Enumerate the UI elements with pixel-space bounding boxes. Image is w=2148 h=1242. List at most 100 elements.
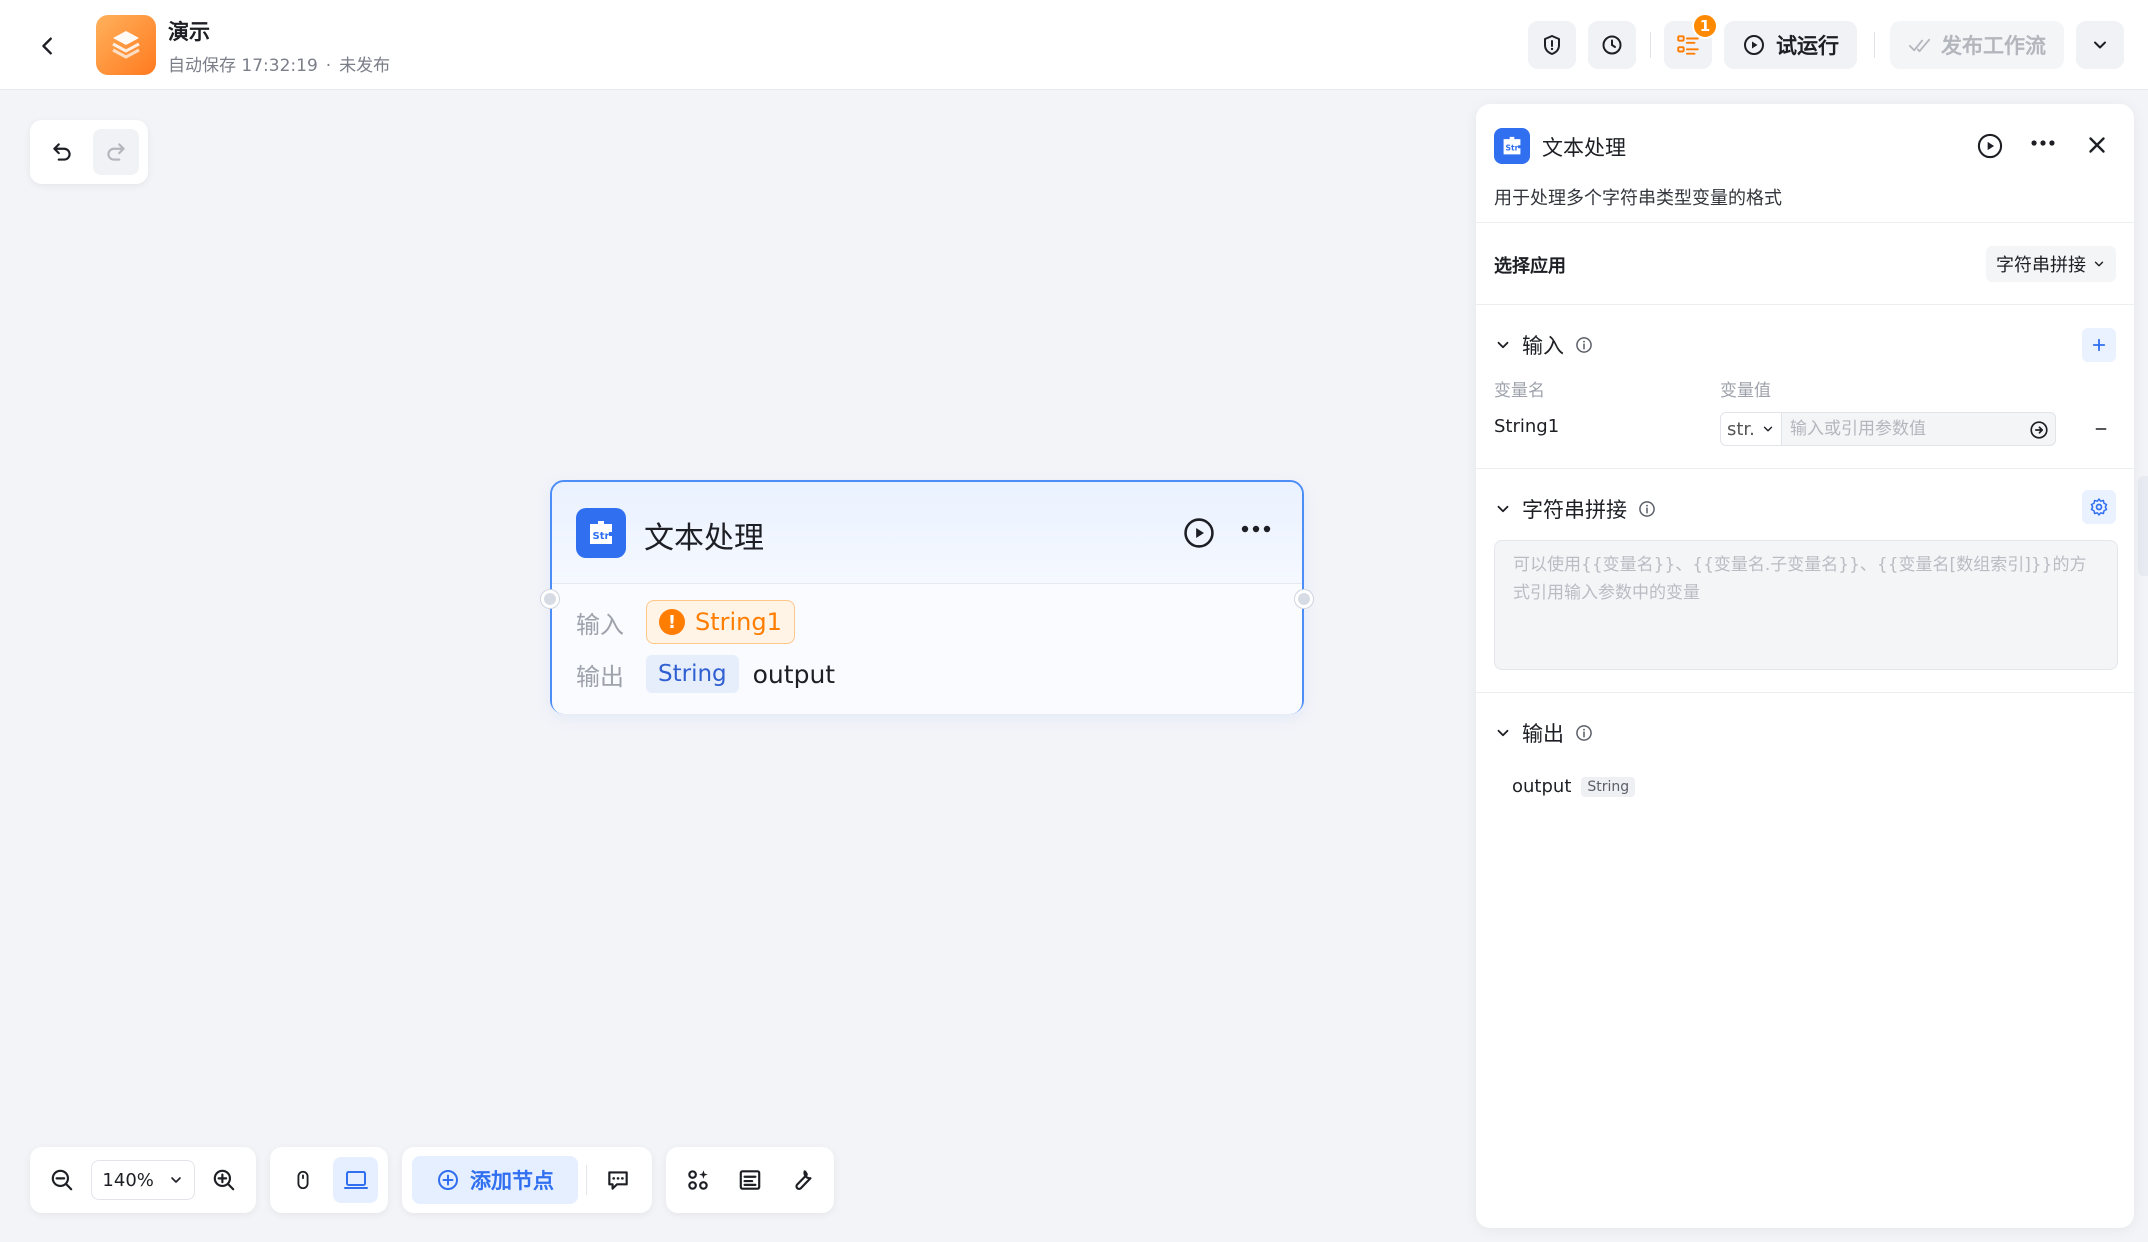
select-app-value: 字符串拼接	[1996, 255, 2086, 276]
touchpad-icon	[343, 1171, 368, 1189]
node-body: 输入 ! String1 输出 String output	[552, 584, 1302, 714]
test-run-label: 试运行	[1776, 34, 1839, 58]
checklist-button[interactable]: 1	[1664, 13, 1718, 69]
info-icon[interactable]	[1574, 723, 1594, 743]
status-separator: ·	[325, 56, 332, 76]
back-arrow-icon	[42, 37, 52, 55]
checklist-badge: 1	[1692, 13, 1718, 39]
var-type-select[interactable]: str.	[1720, 412, 1782, 446]
touchpad-mode-button[interactable]	[333, 1157, 378, 1203]
panel-description: 用于处理多个字符串类型变量的格式	[1494, 188, 1782, 209]
security-button[interactable]	[1528, 21, 1576, 69]
output-section-title: 输出	[1522, 722, 1564, 746]
test-run-button[interactable]: 试运行	[1724, 21, 1857, 69]
info-icon[interactable]	[1574, 335, 1594, 355]
str-icon: Str	[1494, 128, 1530, 164]
chevron-down-icon[interactable]	[1494, 336, 1512, 354]
str-icon: Str	[576, 508, 626, 558]
play-icon	[1184, 518, 1214, 548]
input-section-title: 输入	[1522, 334, 1564, 358]
text-process-node[interactable]: Str 文本处理 输入 ! String1 输出 String output	[541, 480, 1313, 714]
node-title: 文本处理	[644, 521, 764, 556]
svg-text:Str: Str	[593, 531, 610, 542]
mouse-mode-button[interactable]	[280, 1157, 325, 1203]
divider	[1476, 222, 2134, 223]
node-config-panel: Str 文本处理 用于处理多个字符串类型变量的格式 选择应用 字符串拼接 输入 …	[1476, 104, 2134, 1228]
node-run-button[interactable]	[1182, 516, 1216, 550]
layout-icon	[739, 1170, 761, 1190]
history-button[interactable]	[1588, 21, 1636, 69]
redo-icon	[107, 143, 125, 161]
panel-edge-handle[interactable]	[2138, 476, 2148, 576]
autosave-text: 自动保存 17:32:19	[168, 56, 318, 76]
node-more-button[interactable]	[1240, 524, 1272, 534]
node-input-label: 输入	[576, 610, 624, 639]
history-controls	[30, 120, 148, 184]
panel-more-button[interactable]	[2030, 138, 2056, 148]
remove-input-button[interactable]	[2088, 416, 2114, 442]
wrench-icon	[795, 1170, 812, 1190]
interaction-mode	[270, 1147, 388, 1213]
app-logo-icon	[96, 15, 156, 75]
concat-section-title: 字符串拼接	[1522, 498, 1627, 522]
node-output-port[interactable]	[1295, 590, 1313, 608]
comment-button[interactable]	[595, 1157, 641, 1203]
shield-icon	[1544, 35, 1560, 55]
add-input-button[interactable]	[2082, 328, 2116, 362]
node-input-port[interactable]	[541, 590, 559, 608]
var-name: String1	[1494, 416, 1560, 437]
panel-run-button[interactable]	[1976, 132, 2004, 160]
select-app-dropdown[interactable]: 字符串拼接	[1986, 246, 2116, 282]
info-icon[interactable]	[1637, 499, 1657, 519]
publish-button[interactable]: 发布工作流	[1890, 21, 2064, 69]
node-input-row: 输入 ! String1	[576, 596, 1278, 648]
zoom-out-button[interactable]	[40, 1157, 83, 1203]
node-input-chip[interactable]: ! String1	[646, 600, 795, 644]
tools-button[interactable]	[780, 1157, 824, 1203]
play-icon	[1744, 35, 1764, 55]
output-var-name: output	[1512, 776, 1572, 797]
add-node-button[interactable]: 添加节点	[412, 1156, 578, 1204]
zoom-select[interactable]: 140%	[91, 1160, 195, 1200]
svg-text:Str: Str	[1506, 144, 1519, 153]
input-section-header: 输入	[1494, 330, 1594, 360]
reference-button[interactable]	[2028, 419, 2050, 441]
output-variable: output String	[1512, 776, 1636, 797]
add-node-group: 添加节点	[402, 1147, 652, 1213]
undo-button[interactable]	[39, 129, 85, 175]
col-var-value: 变量值	[1720, 381, 1771, 401]
divider	[1476, 468, 2134, 469]
node-output-row: 输出 String output	[576, 648, 1278, 700]
more-icon	[2031, 140, 2055, 146]
divider	[1476, 692, 2134, 693]
chevron-down-icon	[170, 1177, 181, 1183]
panel-close-button[interactable]	[2084, 132, 2110, 158]
mouse-icon	[297, 1170, 308, 1190]
publish-options-button[interactable]	[2076, 21, 2124, 69]
close-icon	[2089, 137, 2105, 153]
chevron-down-icon[interactable]	[1494, 500, 1512, 518]
concat-settings-button[interactable]	[2082, 490, 2116, 524]
layout-button[interactable]	[728, 1157, 772, 1203]
chevron-down-icon[interactable]	[1494, 724, 1512, 742]
zoom-value: 140%	[102, 1169, 154, 1191]
tools-group	[666, 1147, 834, 1213]
chevron-down-icon	[2094, 41, 2106, 49]
concat-section-header: 字符串拼接	[1494, 494, 1657, 524]
var-value-input[interactable]	[1782, 412, 2056, 446]
zoom-in-button[interactable]	[203, 1157, 246, 1203]
template-textarea[interactable]	[1494, 540, 2118, 670]
chevron-down-icon	[2094, 261, 2104, 267]
node-input-var: String1	[695, 608, 782, 636]
panel-title: 文本处理	[1542, 136, 1626, 160]
apps-button[interactable]	[676, 1157, 720, 1203]
chevron-down-icon	[1763, 426, 1773, 432]
warning-icon: !	[659, 609, 685, 635]
app-title: 演示	[168, 20, 210, 44]
select-app-label: 选择应用	[1494, 256, 1566, 277]
back-button[interactable]	[30, 28, 66, 64]
publish-label: 发布工作流	[1941, 34, 2046, 58]
toolbar-divider	[1874, 32, 1875, 58]
gear-icon	[2090, 498, 2108, 516]
redo-button[interactable]	[93, 129, 139, 175]
